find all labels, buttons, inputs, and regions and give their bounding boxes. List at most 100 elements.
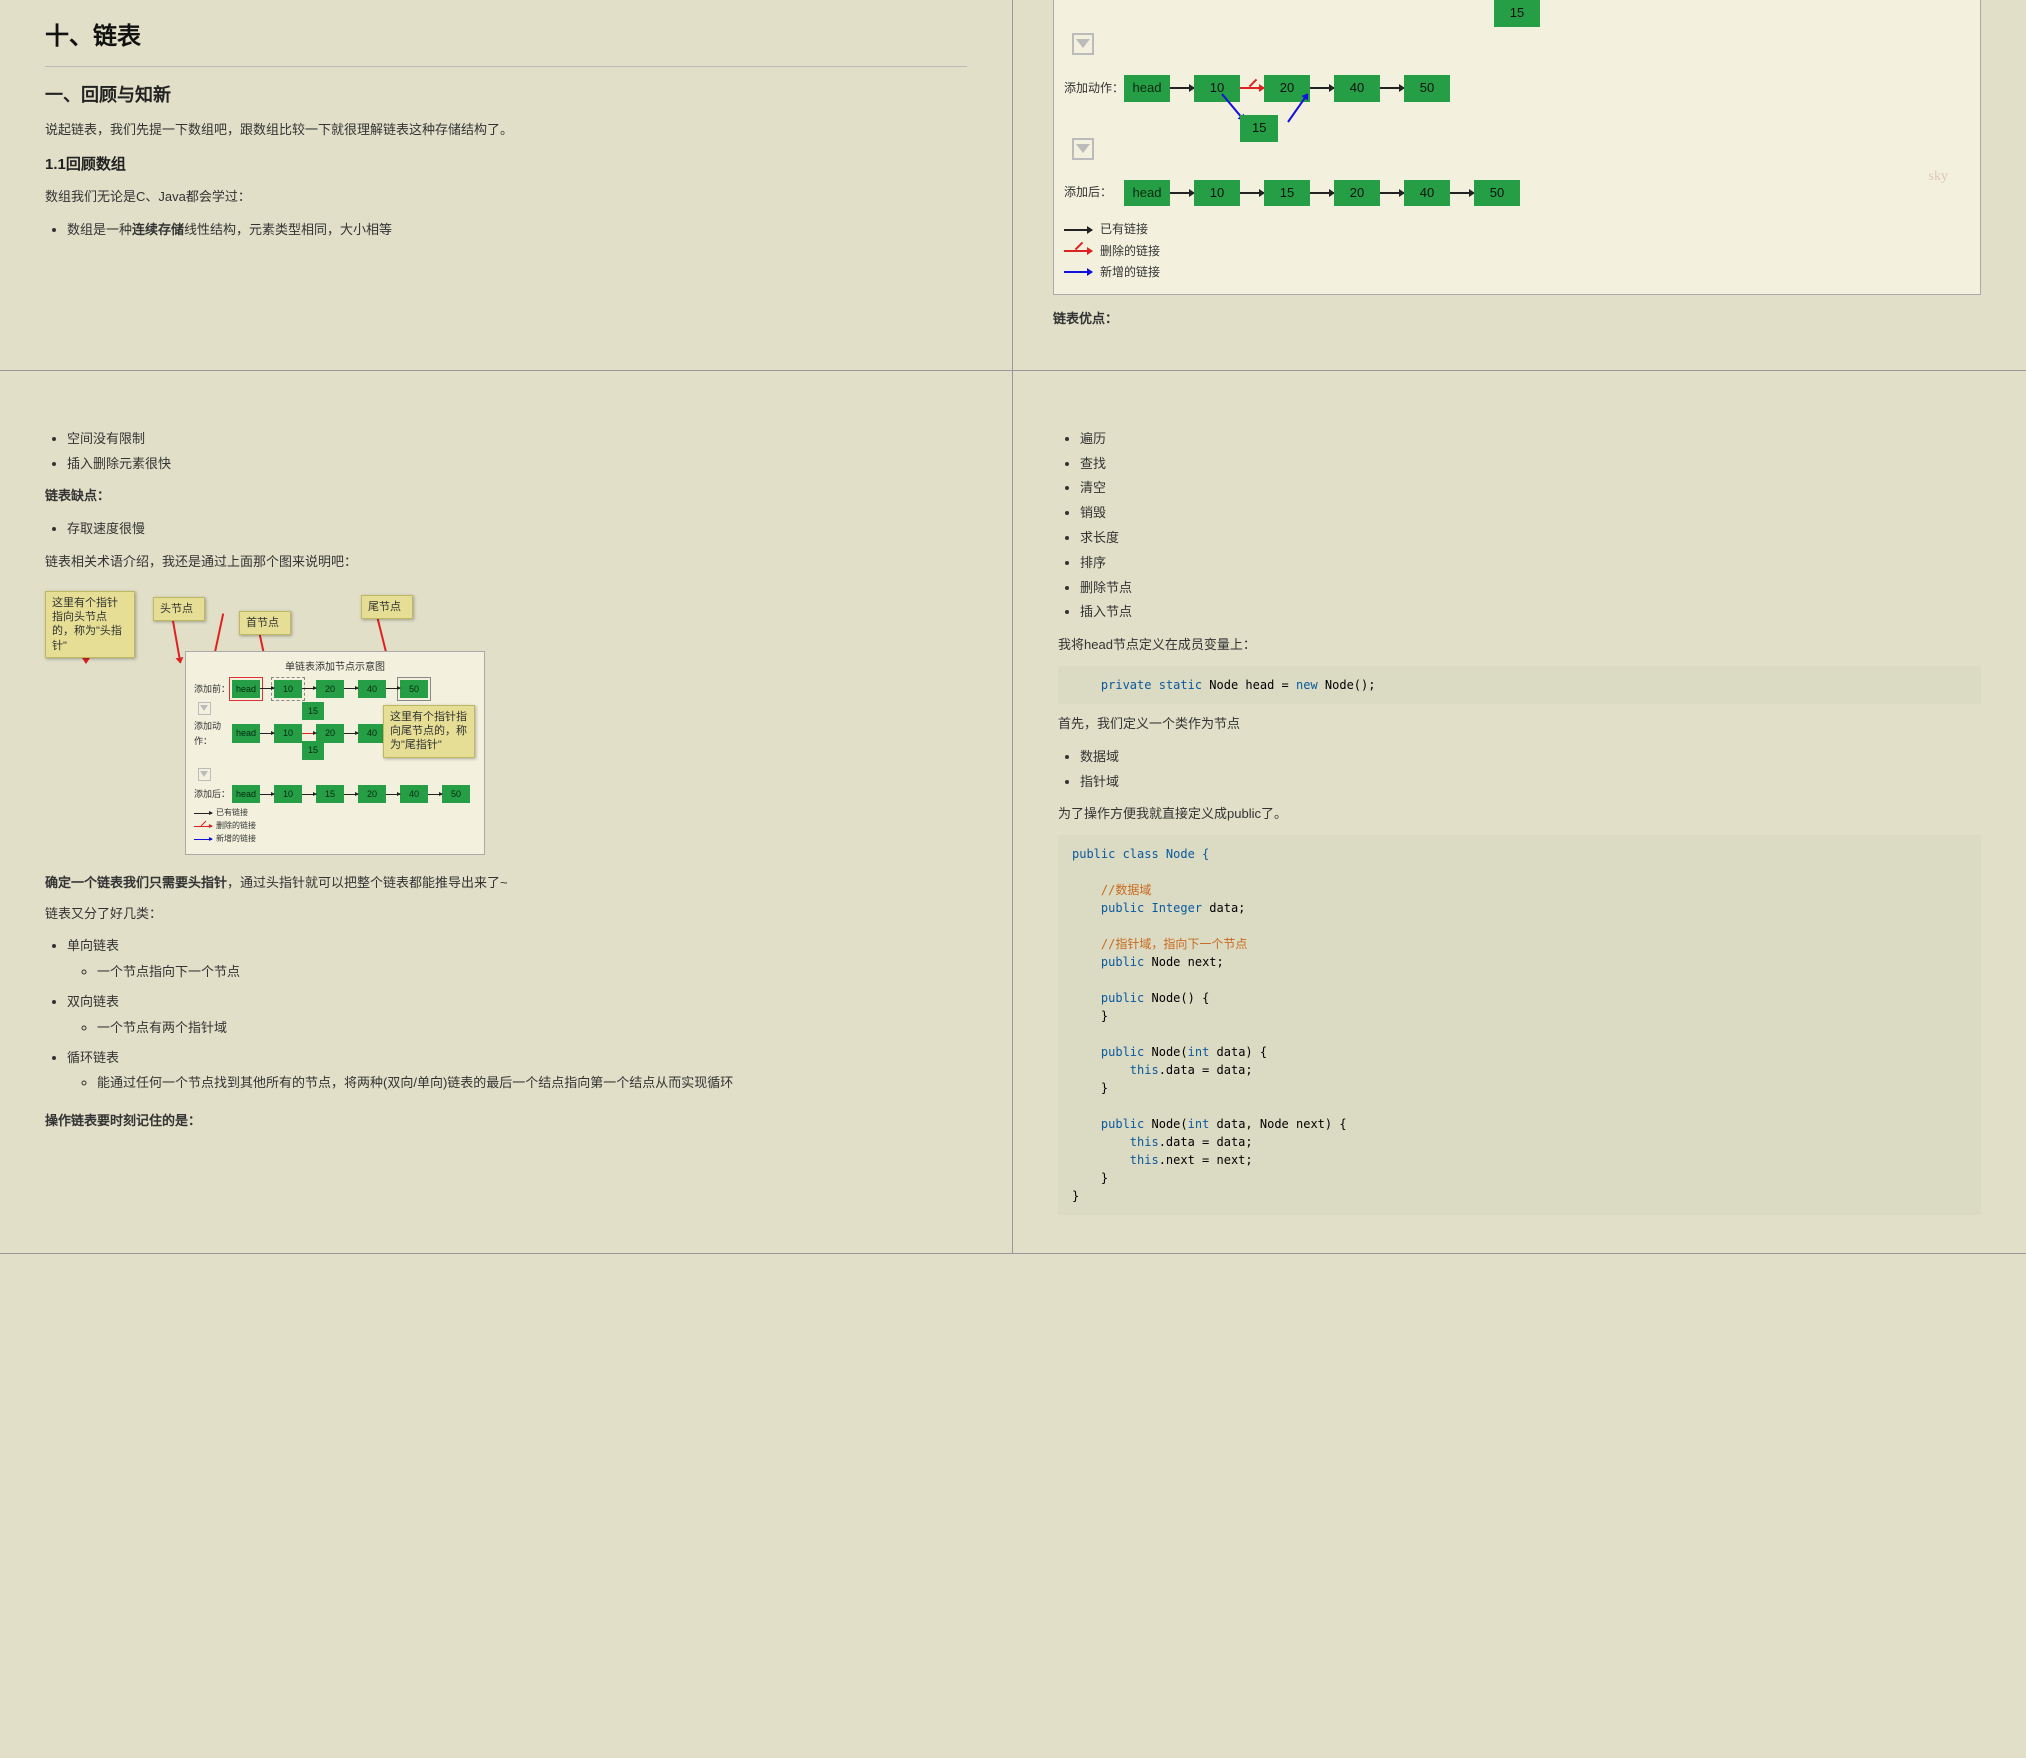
- diagram-title: 单链表添加节点示意图: [194, 660, 476, 676]
- annotation-head-node: 头节点: [153, 597, 205, 621]
- annotation-head-pointer: 这里有个指针指向头节点的，称为"头指针": [45, 591, 135, 658]
- code-block-head-member: private static Node head = new Node();: [1058, 666, 1981, 704]
- arrow-icon: [1310, 192, 1334, 194]
- arrow-icon: [1310, 87, 1334, 89]
- legend-label: 删除的链接: [1100, 242, 1160, 261]
- node-40: 40: [1334, 75, 1380, 102]
- paragraph: 数组我们无论是C、Java都会学过：: [45, 187, 967, 208]
- text: 数组是一种: [67, 222, 132, 237]
- legend-label: 新增的链接: [1100, 263, 1160, 282]
- legend-label: 已有链接: [216, 807, 248, 820]
- list-item: 能通过任何一个节点找到其他所有的节点，将两种(双向/单向)链表的最后一个结点指向…: [97, 1071, 967, 1096]
- diagram-row-after-add: sky 添加后： head 10 15 20 40 50: [1064, 180, 1970, 207]
- arrow-icon: [302, 794, 316, 795]
- page-grid: 十、链表 一、回顾与知新 说起链表，我们先提一下数组吧，跟数组比较一下就很理解链…: [0, 0, 2026, 1254]
- list-item: 求长度: [1080, 526, 1981, 551]
- list-linked-list-types: 单向链表 一个节点指向下一个节点 双向链表 一个节点有两个指针域 循环链表 能通…: [67, 934, 967, 1101]
- node-15: 15: [302, 741, 324, 759]
- list-item: 单向链表 一个节点指向下一个节点: [67, 934, 967, 990]
- arrow-icon: [1240, 192, 1264, 194]
- diagram-row-add-action: 添加动作： head 10 20 40 50 15: [1064, 75, 1970, 102]
- arrow-icon: [260, 794, 274, 795]
- legend-arrow-new: [1064, 271, 1092, 273]
- node: 20: [316, 680, 344, 698]
- advantages-title: 链表优点：: [1053, 309, 1981, 330]
- legend-arrow-existing: [194, 813, 212, 814]
- code-block-node-class: public class Node { //数据域 public Integer…: [1058, 835, 1981, 1215]
- disadvantages-list: 存取速度很慢: [67, 517, 967, 542]
- cell-top-right: 15 添加动作： head 10 20 40 50 15: [1013, 0, 2026, 371]
- paragraph: 确定一个链表我们只需要头指针，通过头指针就可以把整个链表都能推导出来了~: [45, 873, 967, 894]
- arrow-icon: [260, 688, 274, 689]
- list: 数组是一种连续存储线性结构，元素类型相同，大小相等: [67, 218, 967, 243]
- linked-list-diagram: 15 添加动作： head 10 20 40 50 15: [1053, 0, 1981, 295]
- legend-arrow-existing: [1064, 229, 1092, 231]
- arrow-icon: [386, 688, 400, 689]
- list-item: 一个节点有两个指针域: [97, 1016, 967, 1041]
- arrow-icon: [1380, 87, 1404, 89]
- diagram-legend: 已有链接 删除的链接 新增的链接: [194, 807, 476, 845]
- annotation-tail-pointer: 这里有个指针指向尾节点的，称为"尾指针": [383, 705, 475, 758]
- node: 10: [274, 724, 302, 742]
- text: 单向链表: [67, 938, 119, 953]
- diagram-row: 添加后： head 10 15 20 40 50: [194, 785, 476, 803]
- diagram-legend: 已有链接 删除的链接 新增的链接: [1064, 220, 1970, 282]
- node-head: head: [232, 680, 260, 698]
- text: ，通过头指针就可以把整个链表都能推导出来了~: [227, 875, 508, 890]
- text: 线性结构，元素类型相同，大小相等: [184, 222, 392, 237]
- annotation-first-node: 首节点: [239, 611, 291, 635]
- arrow-icon: [386, 794, 400, 795]
- node: 50: [442, 785, 470, 803]
- node-head: head: [1124, 180, 1170, 207]
- list-item: 遍历: [1080, 427, 1981, 452]
- node-10: 10: [1194, 180, 1240, 207]
- down-arrow-icon: [198, 702, 211, 715]
- node-50: 50: [1404, 75, 1450, 102]
- node: 20: [358, 785, 386, 803]
- arrow-icon: [1170, 192, 1194, 194]
- arrow-icon: [344, 733, 358, 734]
- down-arrow-icon: [1072, 138, 1094, 160]
- list-item: 销毁: [1080, 501, 1981, 526]
- cell-bottom-right: 遍历 查找 清空 销毁 求长度 排序 删除节点 插入节点 我将head节点定义在…: [1013, 371, 2026, 1254]
- node-head: head: [232, 785, 260, 803]
- node: 10: [274, 785, 302, 803]
- arrow-icon: [344, 794, 358, 795]
- node-15: 15: [1264, 180, 1310, 207]
- text: 循环链表: [67, 1050, 119, 1065]
- node: 50: [400, 680, 428, 698]
- legend-label: 删除的链接: [216, 820, 256, 833]
- legend-label: 新增的链接: [216, 833, 256, 846]
- arrow-icon: [1170, 87, 1194, 89]
- node-15: 15: [1494, 0, 1540, 27]
- list-item: 数组是一种连续存储线性结构，元素类型相同，大小相等: [67, 218, 967, 243]
- row-label: 添加动作：: [1064, 79, 1124, 98]
- removed-arrow-icon: [1240, 87, 1264, 89]
- paragraph: 链表相关术语介绍，我还是通过上面那个图来说明吧：: [45, 552, 967, 573]
- list-item: 双向链表 一个节点有两个指针域: [67, 990, 967, 1046]
- heading-h2: 一、回顾与知新: [45, 81, 967, 110]
- cell-top-left: 十、链表 一、回顾与知新 说起链表，我们先提一下数组吧，跟数组比较一下就很理解链…: [0, 0, 1013, 371]
- list-item: 指针域: [1080, 770, 1981, 795]
- down-arrow-icon: [1072, 33, 1094, 55]
- legend-label: 已有链接: [1100, 220, 1148, 239]
- arrow-icon: [344, 688, 358, 689]
- bold-text: 确定一个链表我们只需要头指针: [45, 875, 227, 890]
- arrow-icon: [260, 733, 274, 734]
- node: 20: [316, 724, 344, 742]
- list-item: 循环链表 能通过任何一个节点找到其他所有的节点，将两种(双向/单向)链表的最后一…: [67, 1046, 967, 1102]
- list-item: 数据域: [1080, 745, 1981, 770]
- arrow-icon: [1380, 192, 1404, 194]
- paragraph: 首先，我们定义一个类作为节点: [1058, 714, 1981, 735]
- list-item: 一个节点指向下一个节点: [97, 960, 967, 985]
- node: 40: [358, 680, 386, 698]
- node-10: 10: [1194, 75, 1240, 102]
- list-item: 插入删除元素很快: [67, 452, 967, 477]
- node-head: head: [232, 724, 260, 742]
- row-label: 添加后：: [194, 787, 232, 801]
- text: 双向链表: [67, 994, 119, 1009]
- row-label: 添加动作：: [194, 719, 232, 748]
- diagram-row: 添加前： head 10 20 40 50 15: [194, 680, 476, 698]
- arrow-icon: [428, 794, 442, 795]
- bold-text: 连续存储: [132, 222, 184, 237]
